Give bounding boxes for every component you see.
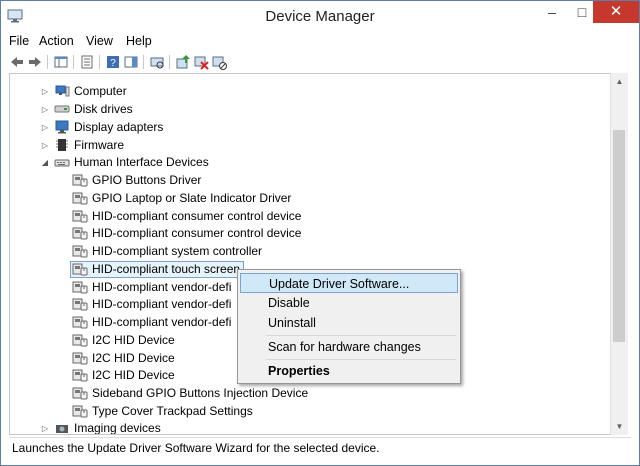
hid-device-icon (72, 174, 88, 187)
help-icon[interactable]: ? (105, 54, 121, 70)
tree-label: Human Interface Devices (74, 155, 209, 169)
expand-arrow-icon[interactable]: ▷ (40, 87, 50, 97)
tree-label: Firmware (74, 138, 124, 152)
device-manager-window: Device Manager – □ ✕ File Action View He… (0, 0, 640, 466)
status-text: Launches the Update Driver Software Wiza… (12, 441, 380, 455)
context-scan-hardware[interactable]: Scan for hardware changes (240, 337, 458, 357)
menu-separator (266, 359, 456, 360)
menu-view[interactable]: View (86, 34, 113, 48)
context-disable[interactable]: Disable (240, 293, 458, 313)
tree-label: Display adapters (74, 120, 164, 134)
toolbar: ? (7, 54, 637, 72)
close-button[interactable]: ✕ (593, 1, 639, 23)
forward-icon[interactable] (27, 54, 43, 70)
tree-label: HID-compliant vendor-defi (92, 297, 232, 311)
vertical-scrollbar[interactable]: ▲ ▼ (610, 73, 628, 435)
menu-file[interactable]: File (9, 34, 29, 48)
context-item-label: Disable (268, 296, 310, 310)
tree-label: Sideband GPIO Buttons Injection Device (92, 386, 309, 400)
scroll-up-arrow-icon[interactable]: ▲ (611, 73, 628, 90)
show-hide-console-tree-icon[interactable] (53, 54, 69, 70)
collapse-arrow-icon[interactable]: ◢ (40, 158, 50, 168)
toolbar-separator (99, 55, 100, 69)
toolbar-separator (143, 55, 144, 69)
menu-separator (266, 335, 456, 336)
tree-label: Disk drives (74, 102, 133, 116)
scroll-down-arrow-icon[interactable]: ▼ (611, 418, 628, 435)
uninstall-device-icon[interactable] (193, 54, 209, 70)
context-item-label: Update Driver Software... (269, 277, 410, 291)
status-bar: Launches the Update Driver Software Wiza… (9, 437, 631, 460)
imaging-device-icon (56, 425, 68, 433)
hid-device-icon (72, 227, 88, 240)
back-icon[interactable] (9, 54, 25, 70)
tree-label: I2C HID Device (92, 333, 175, 347)
menu-action[interactable]: Action (39, 34, 74, 48)
tree-label: Computer (74, 84, 127, 98)
tree-label: HID-compliant consumer control device (92, 226, 302, 240)
tree-label: I2C HID Device (92, 351, 175, 365)
menu-help[interactable]: Help (126, 34, 152, 48)
hid-icon (54, 159, 70, 167)
hid-device-icon (72, 405, 88, 418)
tree-label: Type Cover Trackpad Settings (92, 404, 253, 418)
tree-label: GPIO Laptop or Slate Indicator Driver (92, 191, 292, 205)
hid-device-icon (72, 192, 88, 205)
tree-label: HID-compliant vendor-defi (92, 315, 232, 329)
tree-label: HID-compliant consumer control device (92, 209, 302, 223)
hid-device-icon (72, 245, 88, 258)
toolbar-separator (169, 55, 170, 69)
show-hide-action-pane-icon[interactable] (123, 54, 139, 70)
svg-text:?: ? (110, 58, 116, 69)
tree-label: HID-compliant touch screen (92, 262, 241, 276)
disk-drive-icon (54, 105, 70, 113)
hid-device-icon (72, 281, 88, 294)
scan-hardware-icon[interactable] (149, 54, 165, 70)
context-menu: Update Driver Software... Disable Uninst… (237, 269, 461, 384)
tree-label: HID-compliant system controller (92, 244, 263, 258)
toolbar-separator (73, 55, 74, 69)
expand-arrow-icon[interactable]: ▷ (40, 141, 50, 151)
hid-device-icon (72, 316, 88, 329)
minimize-button[interactable]: – (537, 1, 567, 23)
context-update-driver[interactable]: Update Driver Software... (240, 273, 458, 293)
title-bar: Device Manager – □ ✕ (1, 1, 639, 32)
context-item-label: Properties (268, 364, 330, 378)
hid-device-icon (72, 298, 88, 311)
hid-device-icon (72, 369, 88, 382)
expand-arrow-icon[interactable]: ▷ (40, 123, 50, 133)
tree-label: Imaging devices (74, 421, 161, 435)
tree-label: HID-compliant vendor-defi (92, 280, 232, 294)
context-item-label: Scan for hardware changes (268, 340, 421, 354)
firmware-icon (56, 139, 68, 151)
tree-label: I2C HID Device (92, 368, 175, 382)
hid-device-icon (72, 263, 88, 276)
context-uninstall[interactable]: Uninstall (240, 313, 458, 333)
context-item-label: Uninstall (268, 316, 316, 330)
properties-icon[interactable] (79, 54, 95, 70)
hid-device-icon (72, 210, 88, 223)
computer-icon (55, 85, 70, 97)
update-driver-icon[interactable] (175, 54, 191, 70)
expand-arrow-icon[interactable]: ▷ (40, 424, 50, 434)
toolbar-separator (47, 55, 48, 69)
expand-arrow-icon[interactable]: ▷ (40, 105, 50, 115)
tree-label: GPIO Buttons Driver (92, 173, 202, 187)
hid-device-icon (72, 352, 88, 365)
hid-device-icon (72, 334, 88, 347)
display-adapter-icon (55, 120, 69, 134)
disable-device-icon[interactable] (211, 54, 227, 70)
scrollbar-thumb[interactable] (613, 130, 625, 342)
context-properties[interactable]: Properties (240, 361, 458, 381)
hid-device-icon (72, 387, 88, 400)
